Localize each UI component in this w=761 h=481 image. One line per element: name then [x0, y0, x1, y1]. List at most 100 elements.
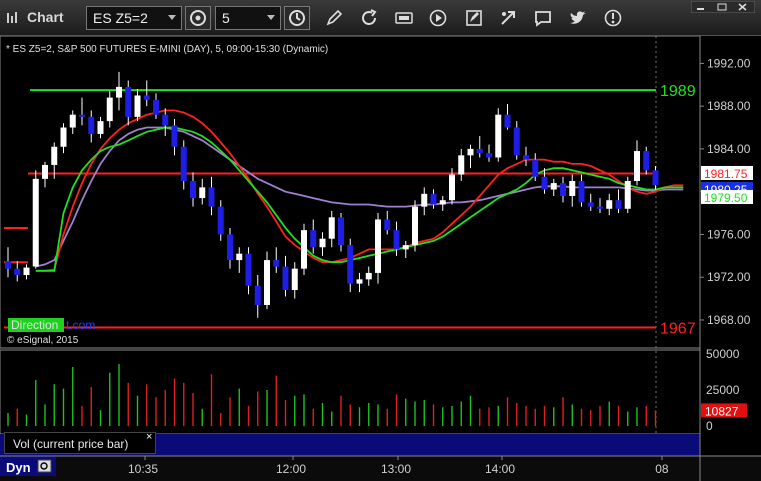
candle-body[interactable]	[652, 170, 659, 186]
candle-body[interactable]	[624, 180, 631, 209]
candle-body[interactable]	[116, 86, 122, 98]
candle-body[interactable]	[162, 114, 169, 126]
candle-body[interactable]	[69, 114, 76, 128]
candle-body[interactable]	[153, 99, 159, 115]
candle-body[interactable]	[402, 245, 409, 250]
candle-body[interactable]	[254, 285, 261, 305]
chat-icon[interactable]	[533, 8, 553, 28]
candle-body[interactable]	[569, 180, 576, 196]
price-axis-label: 1992.00	[707, 56, 751, 70]
candle-body[interactable]	[328, 217, 335, 239]
magnifier-icon[interactable]	[37, 459, 52, 473]
candle-body[interactable]	[421, 193, 428, 207]
price-panel[interactable]	[0, 36, 700, 348]
dyn-label[interactable]: Dyn	[6, 460, 31, 475]
candle-body[interactable]	[190, 180, 196, 199]
candle-body[interactable]	[375, 219, 381, 273]
candle-body[interactable]	[550, 183, 557, 190]
candle-body[interactable]	[125, 86, 132, 117]
interval-value: 5	[222, 10, 230, 26]
candle-body[interactable]	[32, 178, 39, 267]
candle-body[interactable]	[439, 200, 446, 205]
candle-body[interactable]	[560, 183, 566, 196]
candle-body[interactable]	[504, 114, 511, 128]
candle-body[interactable]	[495, 114, 502, 158]
volume-study-label[interactable]: Vol (current price bar) ×	[4, 431, 156, 454]
candle-body[interactable]	[523, 155, 529, 160]
candle-body[interactable]	[134, 95, 141, 117]
candle-body[interactable]	[301, 230, 307, 269]
candle-body[interactable]	[42, 164, 48, 179]
chevron-down-icon[interactable]	[267, 15, 275, 20]
candle-body[interactable]	[264, 260, 270, 305]
chevron-down-icon[interactable]	[168, 15, 176, 20]
candle-body[interactable]	[606, 200, 613, 209]
candle-body[interactable]	[587, 202, 594, 207]
candle-body[interactable]	[532, 159, 539, 177]
candle-body[interactable]	[486, 153, 492, 158]
candle-body[interactable]	[467, 148, 474, 156]
interval-settings-button[interactable]	[185, 6, 211, 30]
candle-body[interactable]	[88, 116, 95, 134]
candle-body[interactable]	[273, 260, 280, 267]
candle-body[interactable]	[14, 268, 21, 276]
candle-body[interactable]	[217, 206, 224, 235]
draw-pencil-icon[interactable]	[324, 8, 344, 28]
candle-body[interactable]	[282, 266, 289, 291]
candle-body[interactable]	[236, 253, 243, 261]
candle-body[interactable]	[23, 267, 30, 276]
candle-body[interactable]	[347, 245, 354, 284]
edit-icon[interactable]	[464, 8, 484, 28]
volume-current-label: 10827	[705, 404, 739, 418]
candle-body[interactable]	[412, 206, 418, 246]
get-icon[interactable]	[394, 8, 414, 28]
symbol-input[interactable]: ES Z5=2	[86, 6, 182, 30]
volume-axis-label: 50000	[706, 347, 740, 361]
candle-body[interactable]	[458, 155, 465, 175]
window-title: Chart	[27, 9, 64, 25]
candle-body[interactable]	[541, 176, 548, 190]
candle-body[interactable]	[143, 95, 150, 100]
candle-body[interactable]	[310, 230, 317, 248]
candle-body[interactable]	[106, 97, 113, 122]
candle-body[interactable]	[208, 187, 215, 207]
candle-body[interactable]	[51, 146, 58, 165]
candle-body[interactable]	[393, 230, 400, 250]
link-icon[interactable]	[498, 8, 518, 28]
candle-body[interactable]	[513, 127, 520, 156]
candle-body[interactable]	[634, 151, 640, 181]
candle-body[interactable]	[171, 125, 178, 147]
level-label-1967: 1967	[660, 320, 696, 337]
candle-body[interactable]	[430, 193, 437, 205]
candle-body[interactable]	[79, 114, 85, 117]
candle-body[interactable]	[449, 174, 455, 201]
candle-body[interactable]	[356, 279, 363, 284]
candle-body[interactable]	[476, 148, 483, 154]
candle-body[interactable]	[319, 238, 326, 248]
time-template-button[interactable]	[284, 6, 310, 30]
candle-body[interactable]	[338, 217, 344, 246]
play-icon[interactable]	[428, 8, 448, 28]
candle-body[interactable]	[615, 200, 622, 209]
candle-body[interactable]	[578, 180, 585, 203]
candle-body[interactable]	[245, 253, 252, 286]
refresh-icon[interactable]	[359, 8, 379, 28]
candle-body[interactable]	[291, 268, 298, 291]
candle-body[interactable]	[643, 151, 650, 171]
candle-body[interactable]	[597, 206, 603, 209]
close-icon[interactable]: ×	[146, 431, 152, 443]
candle-body[interactable]	[60, 127, 67, 147]
candle-body[interactable]	[180, 146, 187, 181]
candle-body[interactable]	[365, 272, 372, 280]
interval-input[interactable]: 5	[215, 6, 281, 30]
window-controls-icon[interactable]	[691, 1, 755, 13]
chart-area[interactable]: * ES Z5=2, S&P 500 FUTURES E-MINI (DAY),…	[0, 36, 761, 481]
settings-icon[interactable]	[603, 8, 623, 28]
candle-body[interactable]	[5, 261, 11, 269]
candle-body[interactable]	[199, 187, 206, 199]
twitter-icon[interactable]	[568, 8, 588, 28]
candle-body[interactable]	[227, 234, 233, 261]
candle-body[interactable]	[384, 219, 391, 231]
price-axis-label: 1972.00	[707, 270, 751, 284]
candle-body[interactable]	[97, 121, 104, 134]
